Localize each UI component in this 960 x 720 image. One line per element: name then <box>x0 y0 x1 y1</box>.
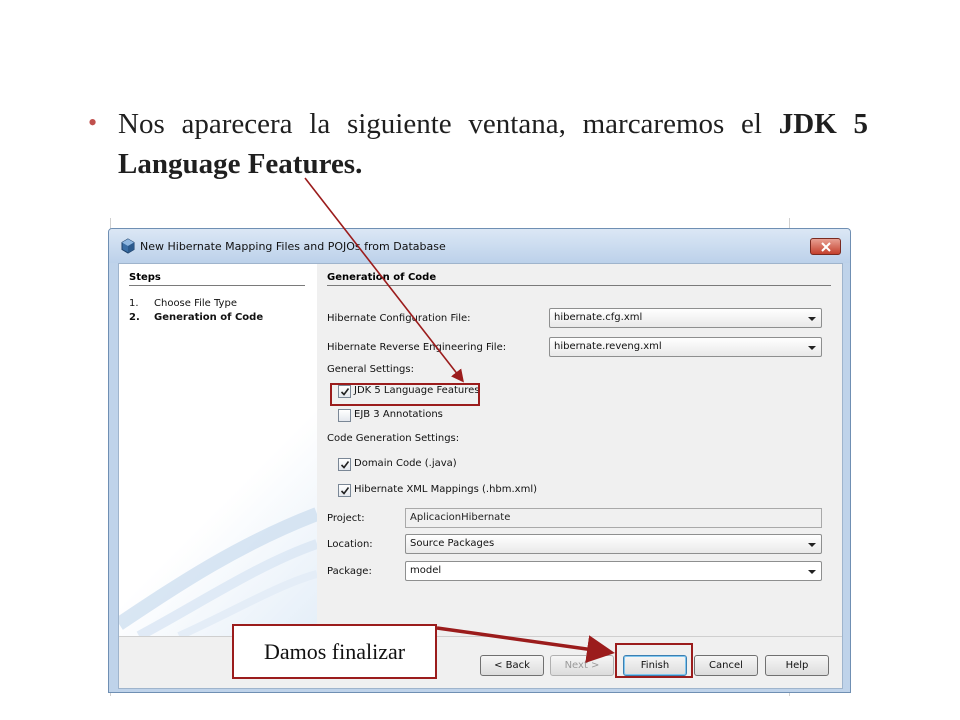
xml-mappings-label: Hibernate XML Mappings (.hbm.xml) <box>354 484 538 495</box>
finish-highlight-box <box>615 643 693 678</box>
close-icon <box>821 242 831 252</box>
code-generation-label: Code Generation Settings: <box>327 433 460 444</box>
step-item: 1. Choose File Type <box>129 298 237 309</box>
bullet-marker: • <box>88 108 98 137</box>
step-number: 1. <box>129 298 139 309</box>
section-title: Generation of Code <box>327 272 437 283</box>
step-number: 2. <box>129 312 140 323</box>
config-file-dropdown[interactable]: hibernate.cfg.xml <box>549 308 822 328</box>
checkbox-box[interactable] <box>338 484 351 497</box>
section-divider <box>327 285 831 286</box>
chevron-down-icon <box>808 543 816 547</box>
package-label: Package: <box>327 566 372 577</box>
config-file-label: Hibernate Configuration File: <box>327 313 471 324</box>
general-settings-label: General Settings: <box>327 364 414 375</box>
location-label: Location: <box>327 539 373 550</box>
finish-callout: Damos finalizar <box>232 624 437 679</box>
location-dropdown[interactable]: Source Packages <box>405 534 822 554</box>
ejb3-checkbox[interactable]: EJB 3 Annotations <box>338 409 488 423</box>
project-field[interactable]: AplicacionHibernate <box>405 508 822 528</box>
step-label: Generation of Code <box>154 312 264 323</box>
chevron-down-icon <box>808 570 816 574</box>
main-pane: Generation of Code Hibernate Configurati… <box>317 264 842 636</box>
checkmark-icon <box>340 461 350 469</box>
wizard-dialog: New Hibernate Mapping Files and POJOs fr… <box>108 228 851 693</box>
next-button[interactable]: Next > <box>550 655 614 676</box>
package-value: model <box>410 565 442 576</box>
steps-title: Steps <box>129 272 161 283</box>
slide-instruction: Nos aparecera la siguiente ventana, marc… <box>118 104 868 184</box>
instruction-text: Nos aparecera la siguiente ventana, marc… <box>118 108 779 140</box>
button-bar: < Back Next > Finish Cancel Help <box>119 636 842 688</box>
package-combo[interactable]: model <box>405 561 822 581</box>
checkmark-icon <box>340 487 350 495</box>
dialog-titlebar: New Hibernate Mapping Files and POJOs fr… <box>109 229 850 263</box>
step-label: Choose File Type <box>154 298 237 309</box>
xml-mappings-checkbox[interactable]: Hibernate XML Mappings (.hbm.xml) <box>338 484 558 498</box>
chevron-down-icon <box>808 346 816 350</box>
reveng-file-value: hibernate.reveng.xml <box>554 341 662 352</box>
steps-pane: Steps 1. Choose File Type 2. Generation of… <box>119 264 317 636</box>
config-file-value: hibernate.cfg.xml <box>554 312 643 323</box>
close-button[interactable] <box>810 238 841 255</box>
checkbox-box[interactable] <box>338 458 351 471</box>
back-button[interactable]: < Back <box>480 655 544 676</box>
dialog-client: Steps 1. Choose File Type 2. Generation of… <box>118 263 843 689</box>
cancel-button[interactable]: Cancel <box>694 655 758 676</box>
checkbox-box[interactable] <box>338 409 351 422</box>
help-button[interactable]: Help <box>765 655 829 676</box>
domain-code-checkbox[interactable]: Domain Code (.java) <box>338 458 488 472</box>
project-label: Project: <box>327 513 365 524</box>
netbeans-cube-icon <box>120 238 136 254</box>
steps-divider <box>129 285 305 286</box>
reveng-file-dropdown[interactable]: hibernate.reveng.xml <box>549 337 822 357</box>
step-item-current: 2. Generation of Code <box>129 312 263 323</box>
reveng-file-label: Hibernate Reverse Engineering File: <box>327 342 507 353</box>
location-value: Source Packages <box>410 538 495 549</box>
jdk5-highlight-box <box>330 383 480 406</box>
domain-code-label: Domain Code (.java) <box>354 458 457 469</box>
dialog-title: New Hibernate Mapping Files and POJOs fr… <box>140 240 446 253</box>
decorative-swoosh <box>119 507 317 636</box>
ejb3-label: EJB 3 Annotations <box>354 409 443 420</box>
chevron-down-icon <box>808 317 816 321</box>
